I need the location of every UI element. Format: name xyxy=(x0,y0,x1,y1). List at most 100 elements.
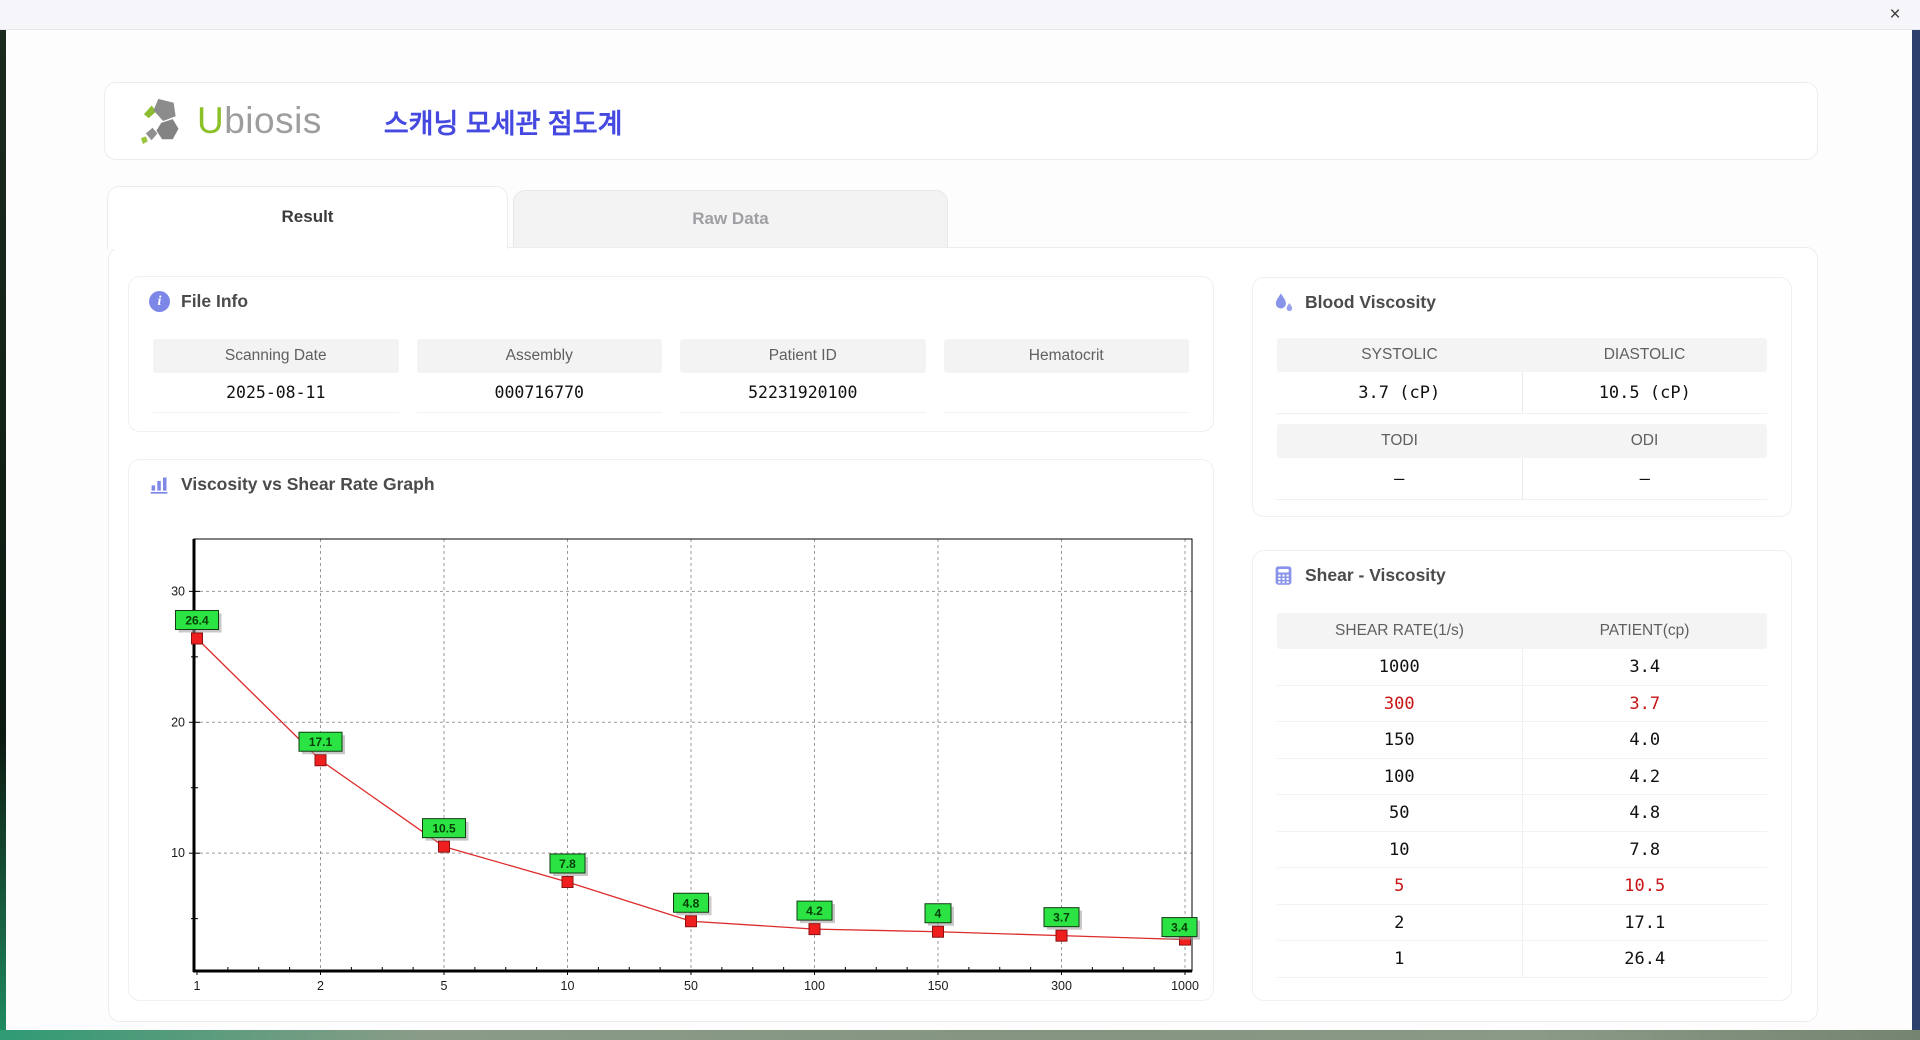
shear-rate-cell: 50 xyxy=(1277,795,1523,831)
shear-viscosity-header: Shear - Viscosity xyxy=(1273,565,1446,586)
shear-rate-cell: 2 xyxy=(1277,904,1523,940)
bv-label-todi: TODI xyxy=(1381,432,1418,449)
table-row: 2 17.1 xyxy=(1277,904,1767,941)
shear-rate-cell: 1 xyxy=(1277,941,1523,977)
tab-result[interactable]: Result xyxy=(107,186,508,249)
bv-label-odi: ODI xyxy=(1630,432,1659,449)
file-info-field-label: Hematocrit xyxy=(943,339,1189,373)
file-info-field-label: Assembly xyxy=(416,339,662,373)
svg-text:3.7: 3.7 xyxy=(1053,911,1070,925)
bv-value-todi: – xyxy=(1277,458,1523,499)
content-card: i File Info Scanning Date 2025-08-11 Assem… xyxy=(108,247,1818,1022)
patient-viscosity-cell: 4.8 xyxy=(1629,803,1661,823)
file-info-field-label: Scanning Date xyxy=(153,339,399,373)
patient-viscosity-cell: 3.4 xyxy=(1629,657,1661,677)
shear-viscosity-panel: Shear - Viscosity SHEAR RATE(1/s) PATIEN… xyxy=(1252,550,1792,1001)
svg-text:17.1: 17.1 xyxy=(309,735,333,749)
bv-value-diastolic: 10.5 (cP) xyxy=(1598,383,1691,403)
blood-viscosity-grid: SYSTOLIC DIASTOLIC 3.7 (cP) 10.5 (cP) TO… xyxy=(1277,338,1767,500)
svg-text:26.4: 26.4 xyxy=(185,613,209,627)
svg-text:4: 4 xyxy=(935,907,942,921)
patient-viscosity-cell: 17.1 xyxy=(1624,912,1666,933)
svg-text:4.2: 4.2 xyxy=(806,904,823,918)
graph-panel: Viscosity vs Shear Rate Graph 10 20 30 1 2 5 1… xyxy=(128,459,1214,1001)
shear-viscosity-title: Shear - Viscosity xyxy=(1305,565,1446,585)
svg-text:50: 50 xyxy=(684,979,698,993)
desktop-edge-right xyxy=(1912,30,1920,1040)
file-info-field-value xyxy=(943,373,1189,413)
svg-text:300: 300 xyxy=(1051,979,1072,993)
shear-rate-cell: 10 xyxy=(1277,831,1523,867)
bv-value-systolic: 3.7 (cP) xyxy=(1277,372,1523,413)
patient-viscosity-cell: 4.2 xyxy=(1629,766,1661,787)
file-info-field: Scanning Date 2025-08-11 xyxy=(153,339,399,413)
table-row: 1 26.4 xyxy=(1277,941,1767,978)
bv-value-odi: – xyxy=(1639,469,1650,489)
calculator-icon xyxy=(1275,566,1292,585)
blood-viscosity-panel: Blood Viscosity SYSTOLIC DIASTOLIC 3.7 (… xyxy=(1252,277,1792,517)
svg-text:1000: 1000 xyxy=(1171,979,1199,993)
ubiosis-logo-icon xyxy=(141,98,179,145)
shear-rate-cell: 300 xyxy=(1277,685,1523,721)
shear-table-header: SHEAR RATE(1/s) PATIENT(cp) xyxy=(1277,613,1767,649)
tab-raw-data[interactable]: Raw Data xyxy=(513,190,948,247)
patient-viscosity-cell: 4.0 xyxy=(1629,730,1661,750)
header-card: Ubiosis 스캐닝 모세관 점도계 xyxy=(104,82,1818,160)
svg-text:20: 20 xyxy=(171,715,185,729)
shear-col-rate: SHEAR RATE(1/s) xyxy=(1335,622,1464,639)
blood-viscosity-header: Blood Viscosity xyxy=(1273,292,1436,313)
svg-text:2: 2 xyxy=(317,979,324,993)
file-info-grid: Scanning Date 2025-08-11 Assembly 000716770… xyxy=(153,339,1189,413)
ubiosis-logo: Ubiosis xyxy=(137,96,322,146)
bv-value-row: 3.7 (cP) 10.5 (cP) xyxy=(1277,372,1767,414)
viscosity-chart: 10 20 30 1 2 5 10 50 100 150 300 1000 26.4 17.1 10.5 7.… xyxy=(171,538,1200,993)
brand-u: U xyxy=(197,100,225,141)
blood-viscosity-title: Blood Viscosity xyxy=(1305,292,1436,312)
file-info-field: Patient ID 52231920100 xyxy=(680,339,926,413)
brand-rest: biosis xyxy=(224,100,322,141)
table-row: 50 4.8 xyxy=(1277,795,1767,832)
bv-header-row-2: TODI ODI xyxy=(1277,424,1767,458)
shear-table-body: 1000 3.4 300 3.7 150 4.0 100 4.2 50 4.8 10 7.8 5 10.5… xyxy=(1277,649,1767,978)
bv-value-row-2: – – xyxy=(1277,458,1767,500)
svg-text:4.8: 4.8 xyxy=(683,896,700,910)
svg-text:10: 10 xyxy=(171,846,185,860)
app-title: 스캐닝 모세관 점도계 xyxy=(383,108,623,139)
svg-text:10.5: 10.5 xyxy=(432,822,456,836)
patient-viscosity-cell: 7.8 xyxy=(1629,839,1661,860)
close-icon[interactable]: × xyxy=(1882,2,1908,28)
table-row: 300 3.7 xyxy=(1277,685,1767,722)
file-info-header: i File Info xyxy=(149,291,248,312)
file-info-field: Hematocrit xyxy=(943,339,1189,413)
bv-label-diastolic: DIASTOLIC xyxy=(1603,346,1686,363)
bv-header-row: SYSTOLIC DIASTOLIC xyxy=(1277,338,1767,372)
patient-viscosity-cell: 26.4 xyxy=(1624,949,1666,969)
svg-text:150: 150 xyxy=(928,979,949,993)
table-row: 100 4.2 xyxy=(1277,758,1767,795)
file-info-field: Assembly 000716770 xyxy=(416,339,662,413)
bv-label-systolic: SYSTOLIC xyxy=(1361,346,1438,363)
file-info-field-label: Patient ID xyxy=(680,339,926,373)
svg-text:7.8: 7.8 xyxy=(559,857,576,871)
table-row: 10 7.8 xyxy=(1277,831,1767,868)
svg-text:3.4: 3.4 xyxy=(1171,921,1188,935)
table-row: 5 10.5 xyxy=(1277,868,1767,905)
file-info-field-value: 2025-08-11 xyxy=(153,373,399,413)
shear-rate-cell: 150 xyxy=(1277,722,1523,758)
svg-text:1: 1 xyxy=(194,979,201,993)
file-info-field-value: 000716770 xyxy=(416,373,662,413)
shear-rate-cell: 100 xyxy=(1277,758,1523,794)
shear-col-patient: PATIENT(cp) xyxy=(1599,622,1690,639)
window-titlebar: × xyxy=(0,0,1920,30)
file-info-panel: i File Info Scanning Date 2025-08-11 Assem… xyxy=(128,276,1214,432)
info-icon: i xyxy=(149,291,170,312)
file-info-field-value: 52231920100 xyxy=(680,373,926,413)
shear-rate-cell: 5 xyxy=(1277,868,1523,904)
patient-viscosity-cell: 10.5 xyxy=(1624,876,1666,896)
svg-text:10: 10 xyxy=(561,979,575,993)
svg-text:30: 30 xyxy=(171,584,185,598)
table-row: 150 4.0 xyxy=(1277,722,1767,759)
svg-text:100: 100 xyxy=(804,979,825,993)
desktop-edge-bottom xyxy=(0,1030,1920,1040)
patient-viscosity-cell: 3.7 xyxy=(1629,693,1661,714)
